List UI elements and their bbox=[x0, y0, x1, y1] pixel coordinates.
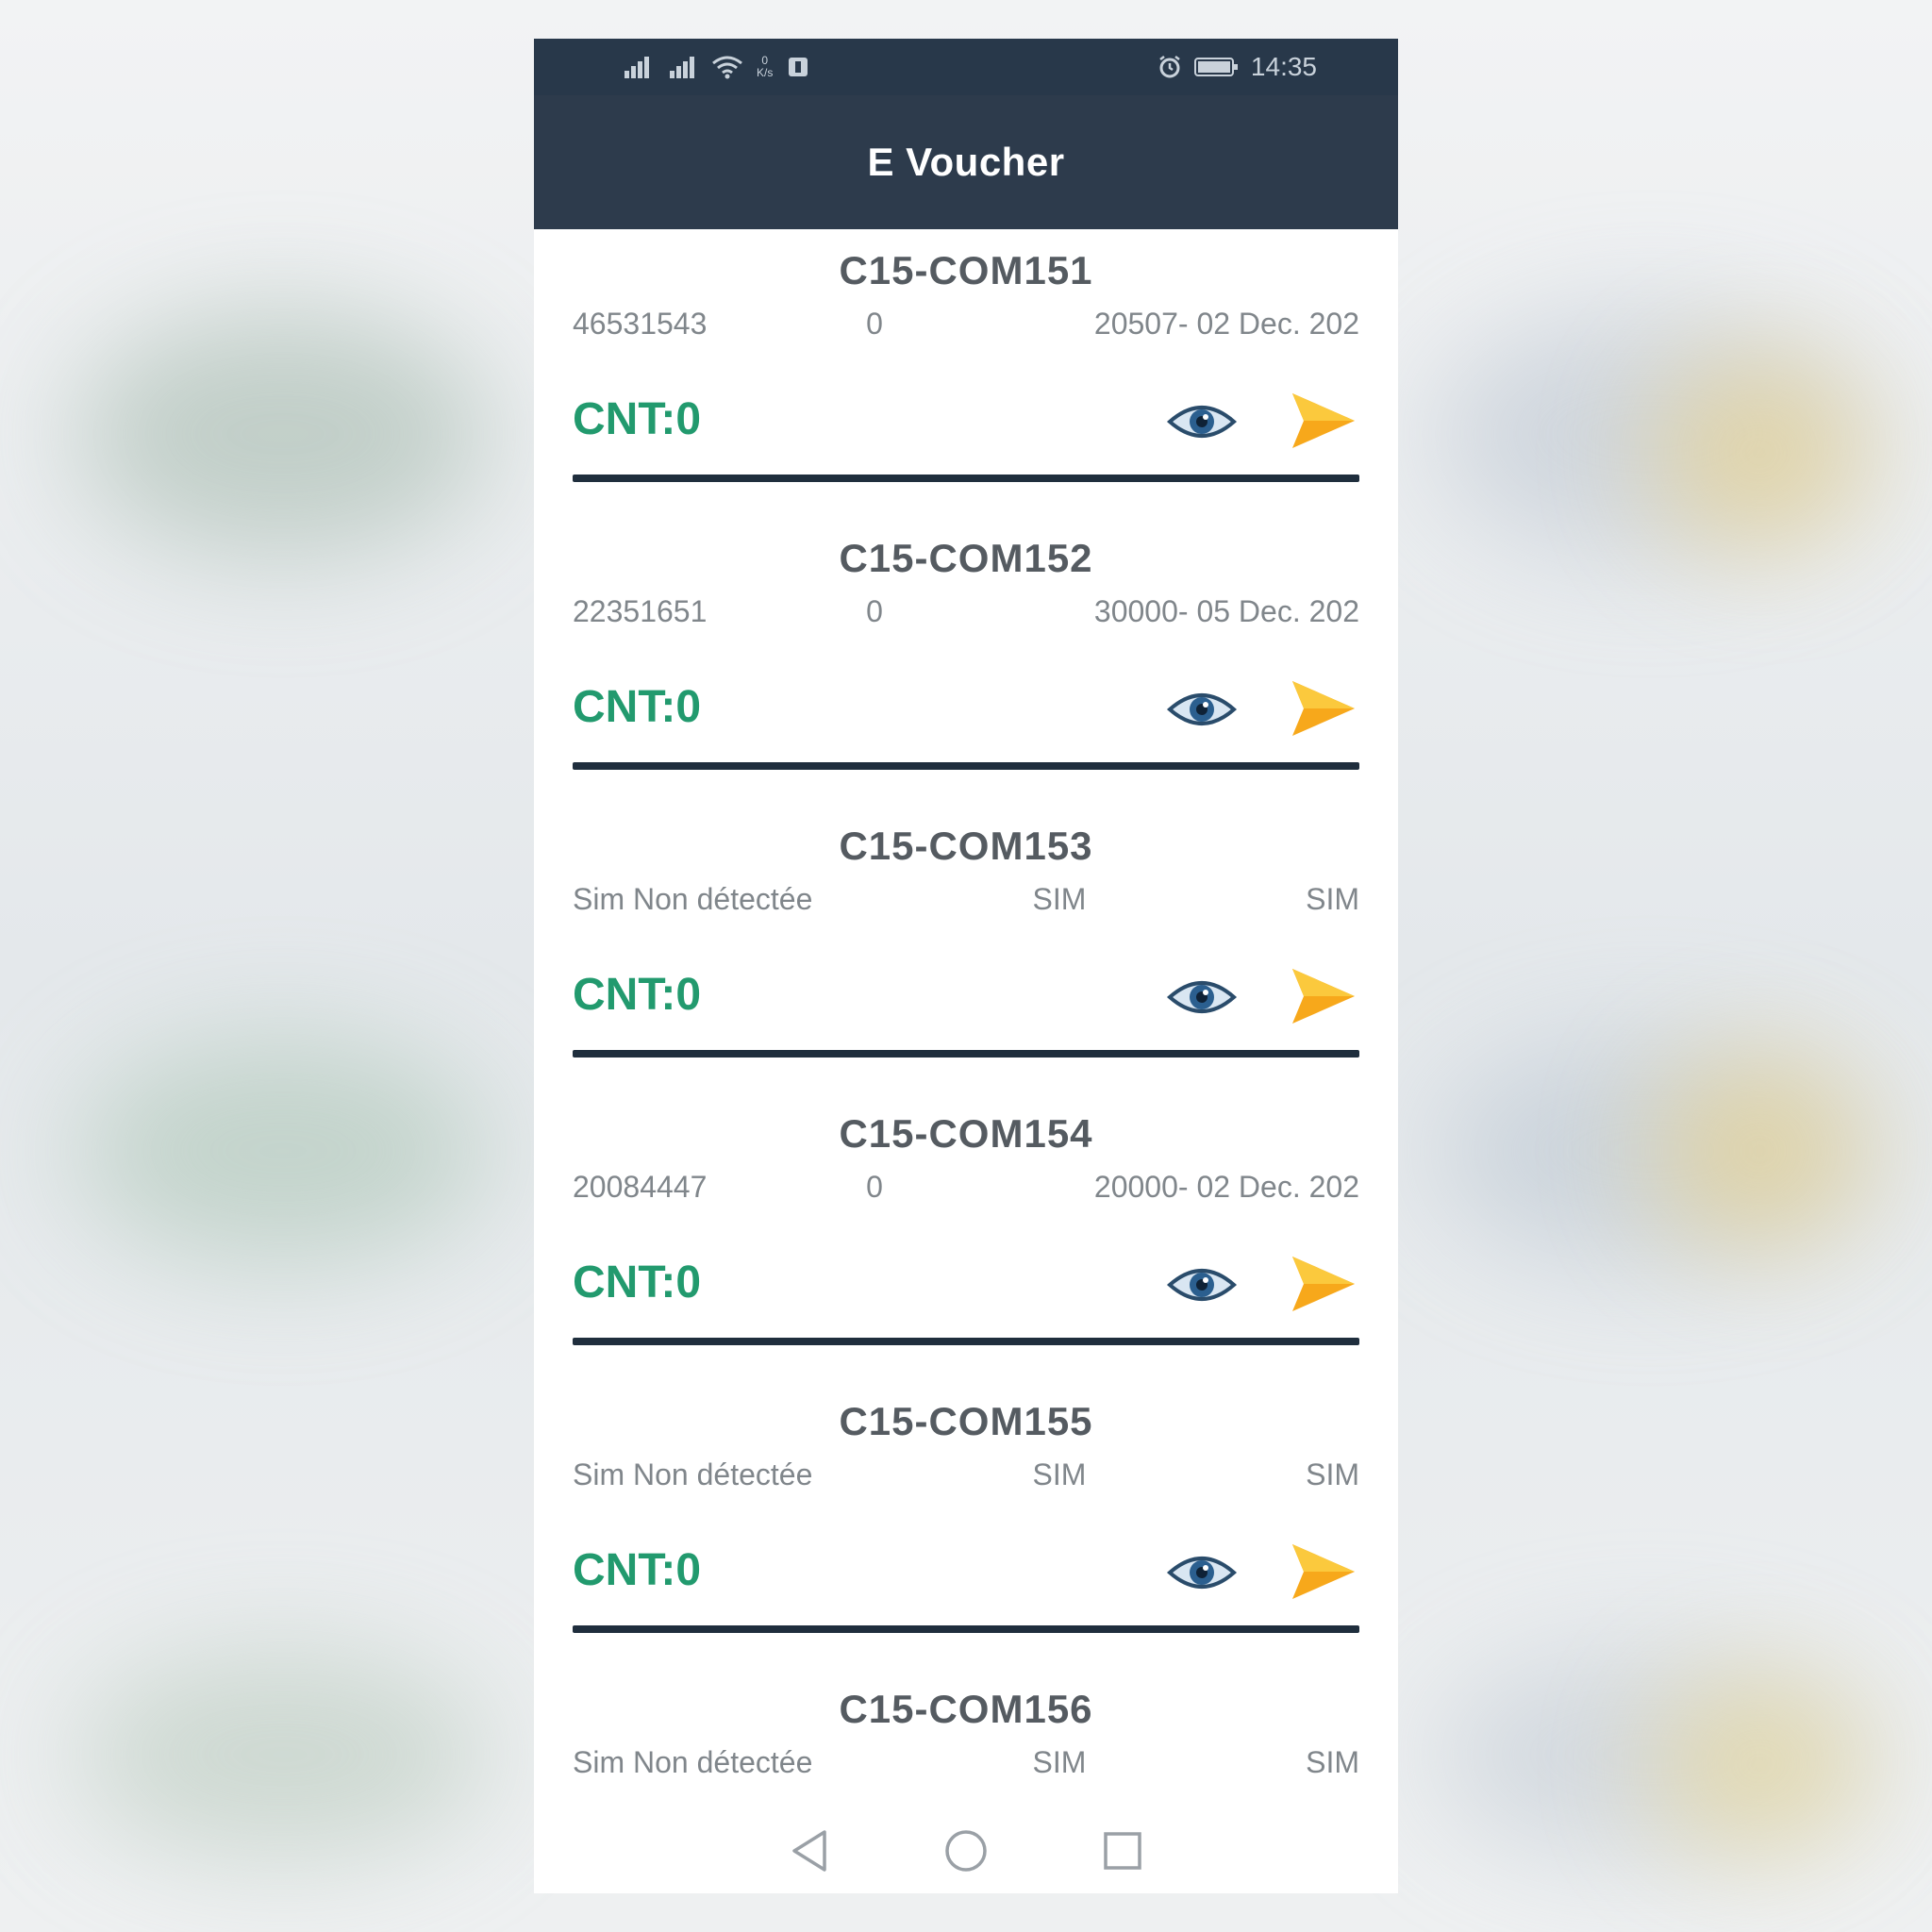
cnt-label: CNT:0 bbox=[573, 394, 702, 444]
sim-status: Sim Non détectée bbox=[573, 1457, 813, 1491]
voucher-amount-date: 30000- 05 Dec. 202 bbox=[1093, 594, 1359, 628]
data-speed-unit: K/s bbox=[757, 66, 774, 79]
alarm-icon bbox=[1159, 56, 1180, 78]
sim-status: Sim Non détectée bbox=[573, 882, 813, 916]
voucher-amount-date: 20507- 02 Dec. 202 bbox=[1093, 307, 1359, 341]
send-arrow-icon[interactable] bbox=[1289, 390, 1357, 452]
voucher-details-row: Sim Non détectée SIM SIM bbox=[573, 1745, 1359, 1783]
voucher-details-row: Sim Non détectée SIM SIM bbox=[573, 882, 1359, 920]
recents-icon[interactable] bbox=[1102, 1830, 1143, 1872]
sim-label: SIM bbox=[1306, 1745, 1359, 1779]
cnt-label: CNT:0 bbox=[573, 1545, 702, 1595]
signal-2-icon bbox=[666, 56, 698, 78]
voucher-title: C15-COM154 bbox=[839, 1111, 1093, 1156]
status-time: 14:35 bbox=[1250, 52, 1317, 81]
wifi-icon bbox=[712, 56, 742, 79]
voucher-title: C15-COM152 bbox=[839, 536, 1093, 580]
app-notification-icon bbox=[789, 58, 808, 76]
home-icon[interactable] bbox=[943, 1828, 989, 1874]
sim-label: SIM bbox=[1306, 1457, 1359, 1491]
voucher-details-row: 46531543 0 20507- 02 Dec. 202 bbox=[573, 307, 1359, 344]
eye-icon[interactable] bbox=[1166, 1550, 1238, 1595]
voucher-count: 0 bbox=[866, 1170, 883, 1204]
voucher-card[interactable]: C15-COM154 20084447 0 20000- 02 Dec. 202… bbox=[534, 1092, 1398, 1380]
card-divider bbox=[573, 1338, 1359, 1345]
send-arrow-icon[interactable] bbox=[1289, 1541, 1357, 1603]
eye-icon[interactable] bbox=[1166, 1262, 1238, 1307]
status-bar: 0 K/s 14:35 bbox=[534, 39, 1398, 95]
sim-label: SIM bbox=[1032, 1745, 1087, 1779]
sim-label: SIM bbox=[1032, 1457, 1087, 1491]
voucher-card[interactable]: C15-COM155 Sim Non détectée SIM SIM CNT:… bbox=[534, 1380, 1398, 1668]
voucher-number: 22351651 bbox=[573, 594, 708, 628]
back-icon[interactable] bbox=[789, 1828, 830, 1874]
cnt-label: CNT:0 bbox=[573, 1257, 702, 1307]
card-divider bbox=[573, 1050, 1359, 1058]
voucher-count: 0 bbox=[866, 594, 883, 628]
card-divider bbox=[573, 762, 1359, 770]
voucher-number: 46531543 bbox=[573, 307, 708, 341]
voucher-card[interactable]: C15-COM151 46531543 0 20507- 02 Dec. 202… bbox=[534, 229, 1398, 517]
voucher-title: C15-COM156 bbox=[839, 1687, 1093, 1731]
eye-icon[interactable] bbox=[1166, 974, 1238, 1020]
signal-1-icon bbox=[621, 56, 653, 78]
voucher-card[interactable]: C15-COM153 Sim Non détectée SIM SIM CNT:… bbox=[534, 805, 1398, 1092]
system-nav-bar bbox=[534, 1808, 1398, 1893]
eye-icon[interactable] bbox=[1166, 687, 1238, 732]
sim-label: SIM bbox=[1032, 882, 1087, 916]
voucher-number: 20084447 bbox=[573, 1170, 708, 1204]
phone-screen: 0 K/s 14:35 E Voucher C15-COM151 4653154… bbox=[534, 39, 1398, 1893]
card-divider bbox=[573, 475, 1359, 482]
send-arrow-icon[interactable] bbox=[1289, 677, 1357, 740]
voucher-amount-date: 20000- 02 Dec. 202 bbox=[1093, 1170, 1359, 1204]
voucher-title: C15-COM151 bbox=[839, 248, 1093, 292]
voucher-count: 0 bbox=[866, 307, 883, 341]
send-arrow-icon[interactable] bbox=[1289, 965, 1357, 1027]
sim-label: SIM bbox=[1306, 882, 1359, 916]
send-arrow-icon[interactable] bbox=[1289, 1253, 1357, 1315]
eye-icon[interactable] bbox=[1166, 399, 1238, 444]
voucher-card[interactable]: C15-COM152 22351651 0 30000- 05 Dec. 202… bbox=[534, 517, 1398, 805]
battery-icon bbox=[1193, 58, 1238, 76]
page-title: E Voucher bbox=[867, 140, 1065, 184]
cnt-label: CNT:0 bbox=[573, 682, 702, 732]
voucher-details-row: Sim Non détectée SIM SIM bbox=[573, 1457, 1359, 1495]
voucher-title: C15-COM155 bbox=[839, 1399, 1093, 1443]
cnt-label: CNT:0 bbox=[573, 970, 702, 1020]
app-bar: E Voucher bbox=[534, 95, 1398, 229]
voucher-details-row: 22351651 0 30000- 05 Dec. 202 bbox=[573, 594, 1359, 632]
voucher-title: C15-COM153 bbox=[839, 824, 1093, 868]
card-divider bbox=[573, 1625, 1359, 1633]
voucher-details-row: 20084447 0 20000- 02 Dec. 202 bbox=[573, 1170, 1359, 1208]
sim-status: Sim Non détectée bbox=[573, 1745, 813, 1779]
data-speed-icon: 0 K/s bbox=[757, 55, 773, 79]
